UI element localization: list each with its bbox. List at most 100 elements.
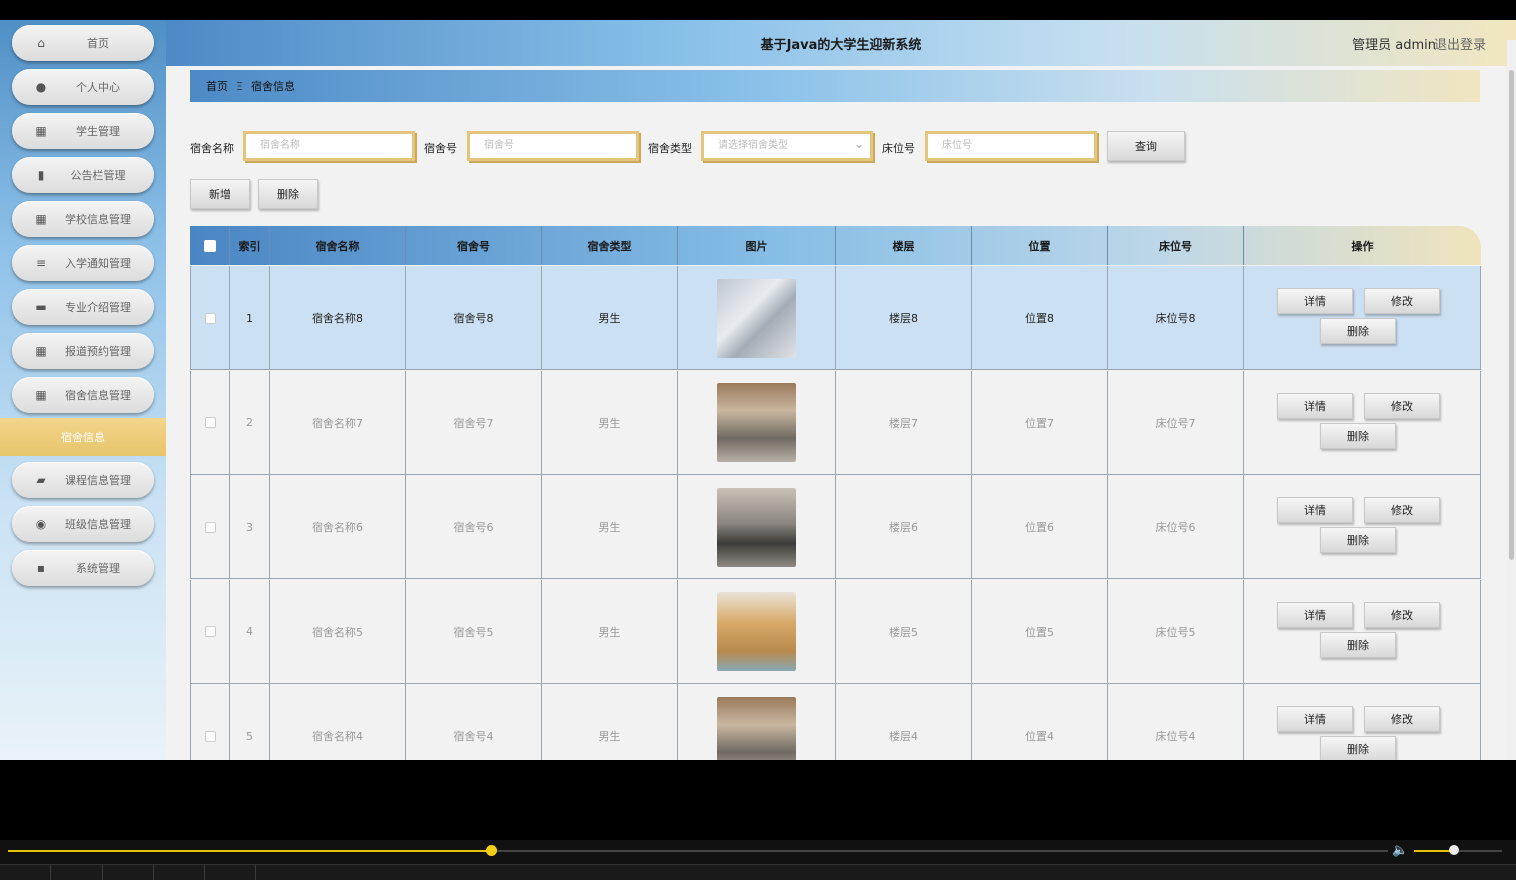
dorm-no-input[interactable]: 宿舍号 [467, 131, 639, 161]
detail-button[interactable]: 详情 [1277, 392, 1353, 419]
query-button[interactable]: 查询 [1107, 131, 1185, 161]
dorm-name-label: 宿舍名称 [190, 142, 234, 155]
sidebar-item-admission-notice[interactable]: ≡ 入学通知管理 [12, 245, 154, 281]
row-delete-button[interactable]: 删除 [1320, 422, 1396, 449]
grid-icon: ▦ [35, 124, 47, 138]
row-checkbox[interactable] [204, 417, 216, 428]
bed-no-cell: 床位号6 [1108, 475, 1244, 579]
sidebar-item-class-info[interactable]: ◉ 班级信息管理 [12, 506, 154, 542]
progress-fill [8, 850, 491, 852]
floor-cell: 楼层8 [836, 266, 972, 370]
actions-cell: 详情 修改删除 [1244, 266, 1481, 370]
edit-button[interactable]: 修改 [1364, 706, 1440, 732]
row-checkbox[interactable] [204, 730, 216, 742]
detail-button[interactable]: 详情 [1277, 497, 1353, 523]
briefcase-icon: ▬ [35, 300, 47, 314]
row-delete-button[interactable]: 删除 [1320, 527, 1396, 553]
scrollbar-thumb[interactable] [1509, 70, 1514, 560]
dorm-photo[interactable] [717, 696, 796, 760]
bed-no-cell: 床位号7 [1108, 370, 1244, 475]
detail-button[interactable]: 详情 [1277, 706, 1353, 732]
sidebar-subitem-dorm[interactable]: 宿舍信息 [0, 418, 166, 456]
list-icon: ≡ [35, 256, 47, 270]
sidebar-item-dorm-info[interactable]: ▦ 宿舍信息管理 [12, 377, 154, 413]
col-index: 索引 [230, 226, 270, 265]
edit-button[interactable]: 修改 [1364, 601, 1440, 628]
row-checkbox[interactable] [204, 521, 216, 533]
header: 基于Java的大学生迎新系统 管理员 admin 退出登录 [166, 20, 1516, 66]
sidebar-item-personal[interactable]: ● 个人中心 [12, 69, 154, 105]
index-cell: 5 [230, 684, 270, 760]
sidebar-item-students[interactable]: ▦ 学生管理 [12, 113, 154, 149]
row-delete-button[interactable]: 删除 [1320, 631, 1396, 658]
actions-cell: 详情 修改删除 [1244, 579, 1481, 684]
sidebar-item-notice-board[interactable]: ▮ 公告栏管理 [12, 157, 154, 193]
image-cell [678, 579, 836, 684]
detail-button[interactable]: 详情 [1277, 288, 1353, 314]
dorm-type-select[interactable]: 请选择宿舍类型 [701, 131, 873, 161]
select-all-checkbox[interactable] [203, 239, 216, 252]
edit-button[interactable]: 修改 [1364, 497, 1440, 523]
page-scrollbar[interactable] [1507, 40, 1516, 760]
progress-knob[interactable] [486, 845, 497, 856]
col-bed-no: 床位号 [1108, 226, 1244, 265]
grid-icon: ▦ [35, 212, 47, 226]
row-checkbox-cell [190, 266, 230, 370]
detail-button[interactable]: 详情 [1277, 601, 1353, 628]
select-all-cell [190, 226, 230, 265]
dorm-no-cell: 宿舍号7 [406, 370, 542, 475]
table-row[interactable]: 5 宿舍名称4 宿舍号4 男生 楼层4 位置4 床位号4 详情 修改 删除 [190, 684, 1481, 760]
dorm-photo[interactable] [717, 383, 796, 462]
dorm-no-cell: 宿舍号4 [406, 684, 542, 760]
dorm-name-cell: 宿舍名称8 [270, 266, 406, 370]
dorm-photo[interactable] [717, 487, 796, 567]
row-checkbox[interactable] [204, 626, 216, 637]
logout-link[interactable]: 退出登录 [1434, 34, 1486, 53]
sidebar-item-report-booking[interactable]: ▦ 报道预约管理 [12, 333, 154, 369]
row-checkbox-cell [190, 684, 230, 760]
floor-cell: 楼层5 [836, 579, 972, 684]
delete-button[interactable]: 删除 [258, 179, 318, 209]
col-dorm-name: 宿舍名称 [270, 226, 406, 265]
row-checkbox[interactable] [204, 312, 216, 324]
table-row[interactable]: 2 宿舍名称7 宿舍号7 男生 楼层7 位置7 床位号7 详情 修改 删除 [190, 370, 1481, 475]
admin-label: 管理员 admin [1352, 38, 1436, 53]
row-delete-button[interactable]: 删除 [1320, 736, 1396, 760]
index-cell: 1 [230, 266, 270, 370]
dorm-type-cell: 男生 [542, 370, 678, 475]
actions-cell: 详情 修改删除 [1244, 475, 1481, 579]
col-dorm-no: 宿舍号 [406, 226, 542, 265]
volume-knob[interactable] [1448, 845, 1459, 855]
sidebar-item-major-intro[interactable]: ▬ 专业介绍管理 [12, 289, 154, 325]
edit-button[interactable]: 修改 [1364, 392, 1440, 419]
sidebar-item-school-info[interactable]: ▦ 学校信息管理 [12, 201, 154, 237]
breadcrumb-home[interactable]: 首页 [206, 78, 228, 94]
grid-icon: ▦ [35, 388, 47, 402]
sidebar: ⌂ 首页 ● 个人中心 ▦ 学生管理 ▮ 公告栏管理 ▦ 学校信息管理 ≡ 入学… [0, 20, 166, 760]
sidebar-item-course-info[interactable]: ▰ 课程信息管理 [12, 462, 154, 498]
player-divider [255, 864, 256, 880]
row-delete-button[interactable]: 删除 [1320, 318, 1396, 344]
edit-button[interactable]: 修改 [1364, 288, 1440, 314]
dorm-photo[interactable] [717, 592, 796, 671]
table-row[interactable]: 3 宿舍名称6 宿舍号6 男生 楼层6 位置6 床位号6 详情 修改 删除 [190, 475, 1481, 579]
floor-cell: 楼层7 [836, 370, 972, 475]
table-row[interactable]: 1 宿舍名称8 宿舍号8 男生 楼层8 位置8 床位号8 详情 修改 删除 [190, 266, 1481, 370]
image-cell [678, 475, 836, 579]
sidebar-item-system[interactable]: ▪ 系统管理 [12, 550, 154, 586]
breadcrumb: 首页 Ξ 宿舍信息 [190, 70, 1480, 102]
dorm-name-input[interactable]: 宿舍名称 [243, 131, 415, 161]
bed-no-cell: 床位号5 [1108, 579, 1244, 684]
row-checkbox-cell [190, 370, 230, 475]
image-cell [678, 684, 836, 760]
bed-no-input[interactable]: 床位号 [925, 131, 1097, 161]
player-bottom-strip [0, 864, 1516, 880]
table-row[interactable]: 4 宿舍名称5 宿舍号5 男生 楼层5 位置5 床位号5 详情 修改 删除 [190, 579, 1481, 684]
add-button[interactable]: 新增 [190, 179, 250, 209]
dorm-photo[interactable] [717, 278, 796, 358]
col-position: 位置 [972, 226, 1108, 265]
dorm-name-cell: 宿舍名称7 [270, 370, 406, 475]
sidebar-item-home[interactable]: ⌂ 首页 [12, 25, 154, 61]
volume-icon[interactable]: 🔈 [1392, 843, 1408, 858]
position-cell: 位置4 [972, 684, 1108, 760]
